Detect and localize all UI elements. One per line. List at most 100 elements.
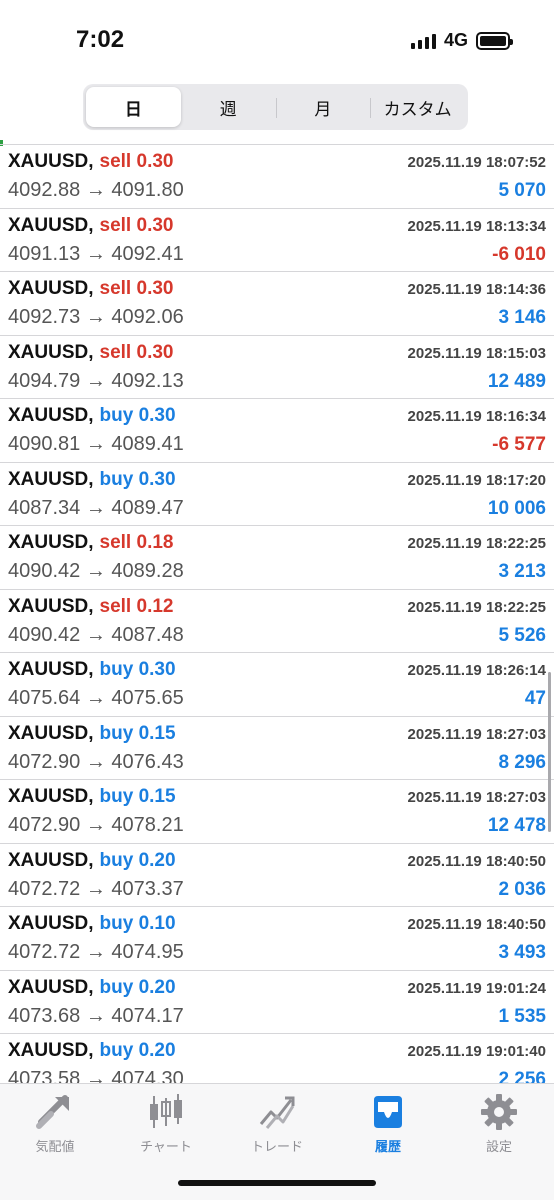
trade-time: 2025.11.19 18:27:03 <box>407 725 546 743</box>
close-price: 4092.41 <box>111 242 184 265</box>
trade-row[interactable]: XAUUSD, buy 0.20 2025.11.19 18:40:50 4072.7… <box>0 844 554 907</box>
trade-prices: 4072.72 → 4074.95 <box>8 941 184 964</box>
trade-prices: 4087.34 → 4089.47 <box>8 497 184 520</box>
trade-symbol: XAUUSD, <box>8 1040 94 1061</box>
trade-prices: 4073.68 → 4074.17 <box>8 1005 184 1028</box>
trade-row[interactable]: XAUUSD, buy 0.30 2025.11.19 18:26:14 4075.6… <box>0 653 554 717</box>
open-price: 4092.73 <box>8 306 81 328</box>
trade-time: 2025.11.19 19:01:24 <box>407 979 546 997</box>
trade-icon <box>257 1092 297 1132</box>
trade-row[interactable]: XAUUSD, sell 0.30 2025.11.19 18:13:34 4091.… <box>0 209 554 272</box>
tab-settings-label: 設定 <box>485 1139 512 1154</box>
trade-symbol: XAUUSD, <box>8 786 94 807</box>
tab-chart-label: チャート <box>140 1139 192 1154</box>
trade-side: sell 0.30 <box>99 151 174 172</box>
trade-title: XAUUSD, buy 0.15 <box>8 723 176 745</box>
trade-title: XAUUSD, buy 0.30 <box>8 659 176 681</box>
trade-title: XAUUSD, buy 0.20 <box>8 1040 176 1062</box>
trade-time: 2025.11.19 19:01:40 <box>407 1043 546 1060</box>
trade-side: buy 0.30 <box>99 659 176 680</box>
trade-side: buy 0.10 <box>99 913 176 934</box>
trade-prices: 4090.81 → 4089.41 <box>8 433 184 456</box>
trade-time: 2025.11.19 18:13:34 <box>407 217 546 235</box>
trade-row[interactable]: XAUUSD, sell 0.12 2025.11.19 18:22:25 4090.… <box>0 590 554 653</box>
arrow: → <box>85 560 106 582</box>
trade-title: XAUUSD, sell 0.30 <box>8 278 173 300</box>
segment-custom[interactable]: カスタム <box>370 87 465 127</box>
segment-day[interactable]: 日 <box>86 87 181 127</box>
open-price: 4092.88 <box>8 179 81 201</box>
tab-history[interactable]: 履歴 <box>333 1092 443 1155</box>
close-price: 4092.06 <box>111 306 184 328</box>
trade-title: XAUUSD, sell 0.30 <box>8 342 173 364</box>
trade-row[interactable]: XAUUSD, buy 0.30 2025.11.19 18:16:34 4090.8… <box>0 399 554 463</box>
trade-prices: 4072.90 → 4078.21 <box>8 814 184 837</box>
trade-prices: 4090.42 → 4087.48 <box>8 624 184 647</box>
close-price: 4089.28 <box>111 560 184 582</box>
trade-prices: 4075.64 → 4075.65 <box>8 687 184 710</box>
tab-settings[interactable]: 設定 <box>444 1092 554 1155</box>
trade-time: 2025.11.19 18:40:50 <box>407 852 546 870</box>
trade-prices: 4090.42 → 4089.28 <box>8 560 184 583</box>
open-price: 4087.34 <box>8 496 81 519</box>
trade-profit: -6 577 <box>492 434 546 455</box>
trade-row[interactable]: XAUUSD, buy 0.10 2025.11.19 18:40:50 4072.7… <box>0 907 554 971</box>
status-time: 7:02 <box>76 26 125 53</box>
arrow: → <box>85 242 106 265</box>
trade-prices: 4094.79 → 4092.13 <box>8 370 184 393</box>
trade-title: XAUUSD, buy 0.20 <box>8 977 176 999</box>
tab-trade-label: トレード <box>250 1139 303 1154</box>
settings-icon <box>479 1092 519 1132</box>
trade-symbol: XAUUSD, <box>8 214 94 236</box>
trade-row[interactable]: XAUUSD, buy 0.15 2025.11.19 18:27:03 4072.9… <box>0 717 554 780</box>
open-price: 4090.81 <box>8 433 81 455</box>
trade-row[interactable]: XAUUSD, sell 0.30 2025.11.19 18:15:03 4094.… <box>0 336 554 399</box>
trade-row[interactable]: XAUUSD, sell 0.18 2025.11.19 18:22:25 4090.… <box>0 526 554 590</box>
trade-row[interactable]: XAUUSD, buy 0.15 2025.11.19 18:27:03 4072.9… <box>0 780 554 844</box>
status-bar: 7:02 4G <box>0 0 554 78</box>
trade-profit: 47 <box>524 688 546 709</box>
trade-row[interactable]: XAUUSD, sell 0.30 2025.11.19 18:14:36 4092.… <box>0 272 554 336</box>
trade-row[interactable]: XAUUSD, sell 0.30 2025.11.19 18:07:52 4092.… <box>0 145 554 209</box>
trade-symbol: XAUUSD, <box>8 341 94 363</box>
trade-profit: 5 526 <box>498 624 546 646</box>
trade-profit: 12 489 <box>487 370 546 392</box>
trade-prices: 4092.73 → 4092.06 <box>8 306 184 329</box>
open-price: 4091.13 <box>8 242 81 265</box>
close-price: 4091.80 <box>111 179 184 201</box>
arrow: → <box>85 750 106 773</box>
trade-time: 2025.11.19 18:15:03 <box>407 344 546 362</box>
trade-profit: 3 493 <box>498 942 546 963</box>
trade-time: 2025.11.19 18:07:52 <box>407 154 546 171</box>
trade-symbol: XAUUSD, <box>8 532 94 553</box>
scrollbar[interactable] <box>548 672 551 832</box>
segment-month[interactable]: 月 <box>275 87 371 127</box>
open-price: 4073.58 <box>8 1068 81 1083</box>
close-price: 4089.41 <box>111 433 184 455</box>
tab-trade[interactable]: トレード <box>222 1092 332 1155</box>
trade-profit: 2 036 <box>498 878 546 900</box>
trade-symbol: XAUUSD, <box>8 849 94 871</box>
trade-title: XAUUSD, sell 0.30 <box>8 215 173 237</box>
trade-symbol: XAUUSD, <box>8 722 94 744</box>
close-price: 4087.48 <box>111 623 184 646</box>
trade-symbol: XAUUSD, <box>8 595 94 617</box>
trade-side: buy 0.20 <box>99 976 176 998</box>
home-indicator <box>178 1180 376 1186</box>
battery-icon <box>476 31 513 50</box>
trade-side: sell 0.12 <box>99 595 174 617</box>
open-price: 4073.68 <box>8 1004 81 1027</box>
tab-quotes[interactable]: 気配値 <box>0 1092 110 1155</box>
close-price: 4074.17 <box>111 1004 184 1027</box>
quotes-icon <box>35 1092 75 1132</box>
tab-chart[interactable]: チャート <box>111 1092 221 1155</box>
open-price: 4072.72 <box>8 877 81 900</box>
trade-row[interactable]: XAUUSD, buy 0.20 2025.11.19 19:01:24 4073.6… <box>0 971 554 1034</box>
segment-week[interactable]: 週 <box>181 87 276 127</box>
chart-icon <box>146 1092 186 1132</box>
trade-row[interactable]: XAUUSD, buy 0.20 2025.11.19 19:01:40 4073.5… <box>0 1034 554 1083</box>
trade-row[interactable]: XAUUSD, buy 0.30 2025.11.19 18:17:20 4087.3… <box>0 463 554 526</box>
trade-title: XAUUSD, buy 0.30 <box>8 469 176 491</box>
trade-history-list[interactable]: XAUUSD, sell 0.30 2025.11.19 18:07:52 4092.… <box>0 144 554 1083</box>
arrow: → <box>85 623 106 646</box>
